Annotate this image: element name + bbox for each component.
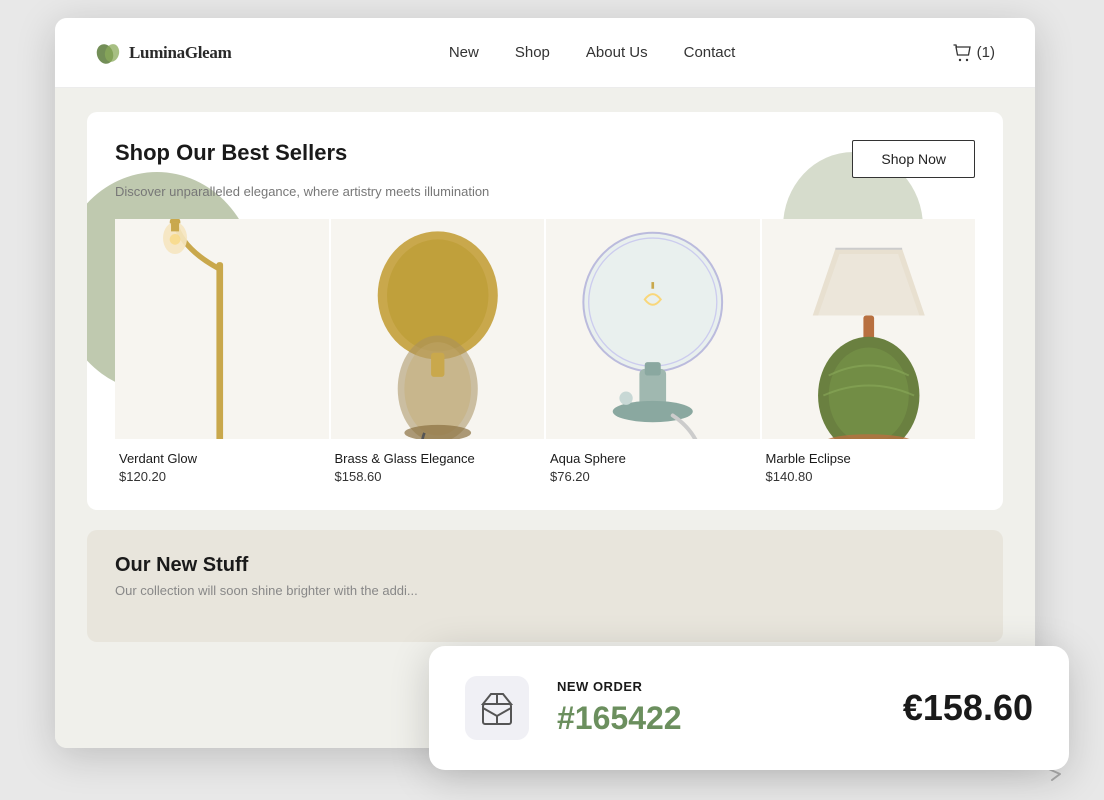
section-header: Shop Our Best Sellers Shop Now — [115, 140, 975, 178]
product-image-marble-eclipse — [762, 219, 976, 439]
nav-item-contact[interactable]: Contact — [684, 44, 736, 62]
product-price-2: $76.20 — [550, 469, 756, 484]
product-image-verdant-glow — [115, 219, 329, 439]
new-stuff-subtitle: Our collection will soon shine brighter … — [115, 583, 975, 598]
product-name-2: Aqua Sphere — [550, 451, 756, 466]
product-card-marble-eclipse[interactable]: Marble Eclipse $140.80 — [762, 219, 976, 488]
lamp-arc-icon — [115, 219, 329, 439]
navbar: LuminaGleam New Shop About Us Contact — [55, 18, 1035, 88]
new-stuff-title: Our New Stuff — [115, 554, 975, 577]
browser-frame: LuminaGleam New Shop About Us Contact — [55, 18, 1035, 748]
notification-content: NEW ORDER #165422 — [557, 679, 875, 737]
lamp-globe-icon — [546, 219, 760, 439]
product-image-brass-glass — [331, 219, 545, 439]
notification-icon-area — [465, 676, 529, 740]
new-stuff-section: Our New Stuff Our collection will soon s… — [87, 530, 1003, 642]
lamp-dome-icon — [331, 219, 545, 439]
package-icon — [477, 688, 517, 728]
product-card-brass-glass[interactable]: Brass & Glass Elegance $158.60 — [331, 219, 545, 488]
cart-icon — [953, 43, 973, 63]
logo-icon — [95, 40, 121, 66]
best-sellers-title: Shop Our Best Sellers — [115, 140, 347, 166]
nav-item-shop[interactable]: Shop — [515, 44, 550, 62]
product-name-1: Brass & Glass Elegance — [335, 451, 541, 466]
logo-text: LuminaGleam — [129, 43, 232, 63]
product-name-3: Marble Eclipse — [766, 451, 972, 466]
best-sellers-section: Shop Our Best Sellers Shop Now Discover … — [87, 112, 1003, 510]
nav-links: New Shop About Us Contact — [449, 44, 735, 62]
product-name-0: Verdant Glow — [119, 451, 325, 466]
product-card-aqua-sphere[interactable]: Aqua Sphere $76.20 — [546, 219, 760, 488]
product-info-marble-eclipse: Marble Eclipse $140.80 — [762, 439, 976, 488]
lamp-table-icon — [762, 219, 976, 439]
product-price-1: $158.60 — [335, 469, 541, 484]
cart-count: (1) — [977, 44, 995, 61]
product-info-verdant-glow: Verdant Glow $120.20 — [115, 439, 329, 488]
notification-card: NEW ORDER #165422 €158.60 — [429, 646, 1069, 770]
notification-amount: €158.60 — [903, 687, 1033, 729]
nav-item-new[interactable]: New — [449, 44, 479, 62]
product-info-aqua-sphere: Aqua Sphere $76.20 — [546, 439, 760, 488]
product-price-0: $120.20 — [119, 469, 325, 484]
product-price-3: $140.80 — [766, 469, 972, 484]
notification-label: NEW ORDER — [557, 679, 875, 694]
product-card-verdant-glow[interactable]: Verdant Glow $120.20 — [115, 219, 329, 488]
product-image-aqua-sphere — [546, 219, 760, 439]
notification-order-number: #165422 — [557, 700, 875, 737]
product-info-brass-glass: Brass & Glass Elegance $158.60 — [331, 439, 545, 488]
nav-item-about[interactable]: About Us — [586, 44, 648, 62]
shop-now-button[interactable]: Shop Now — [852, 140, 975, 178]
logo-area[interactable]: LuminaGleam — [95, 40, 232, 66]
products-grid: Verdant Glow $120.20 — [115, 219, 975, 488]
cart-area[interactable]: (1) — [953, 43, 995, 63]
best-sellers-subtitle: Discover unparalleled elegance, where ar… — [115, 184, 975, 199]
